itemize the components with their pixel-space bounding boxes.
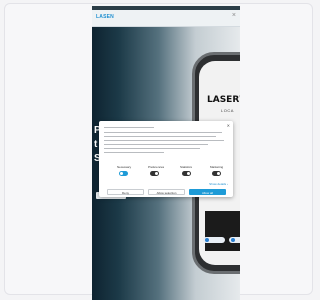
toggle-statistics[interactable]: Statistics xyxy=(180,165,204,181)
switch-knob xyxy=(217,172,220,175)
switch-knob xyxy=(120,172,123,175)
toggle-label: Necessary xyxy=(117,165,132,169)
switch-knob xyxy=(187,172,190,175)
allow-selection-button[interactable]: Allow selection xyxy=(148,189,185,195)
toggle-label: Preferences xyxy=(148,165,165,169)
toggle-marketing[interactable]: Marketing xyxy=(210,165,234,181)
switch[interactable] xyxy=(150,171,159,176)
toggle-label: Marketing xyxy=(210,165,224,169)
switch-knob xyxy=(155,172,158,175)
text-line xyxy=(104,132,222,133)
close-icon[interactable]: ✕ xyxy=(227,123,230,128)
cookie-consent-dialog: ✕ Necessary Preferences Statistics Marke… xyxy=(99,121,233,197)
show-details-link[interactable]: Show details › xyxy=(209,182,228,186)
allow-all-button[interactable]: Allow all xyxy=(189,189,226,195)
switch[interactable] xyxy=(182,171,191,176)
consent-buttons: Deny Allow selection Allow all xyxy=(107,189,227,195)
text-line xyxy=(104,144,208,145)
toggle-label: Statistics xyxy=(180,165,193,169)
deny-button[interactable]: Deny xyxy=(107,189,144,195)
text-line xyxy=(104,136,216,137)
toggle-preferences[interactable]: Preferences xyxy=(148,165,172,181)
consent-toggles: Necessary Preferences Statistics Marketi… xyxy=(99,165,233,181)
switch[interactable] xyxy=(119,171,128,176)
cookie-overlay: ✕ Necessary Preferences Statistics Marke… xyxy=(92,6,240,300)
text-line xyxy=(104,152,164,153)
text-line xyxy=(104,148,200,149)
switch[interactable] xyxy=(212,171,221,176)
text-line xyxy=(104,127,154,128)
toggle-necessary[interactable]: Necessary xyxy=(117,165,141,181)
text-line xyxy=(104,140,224,141)
